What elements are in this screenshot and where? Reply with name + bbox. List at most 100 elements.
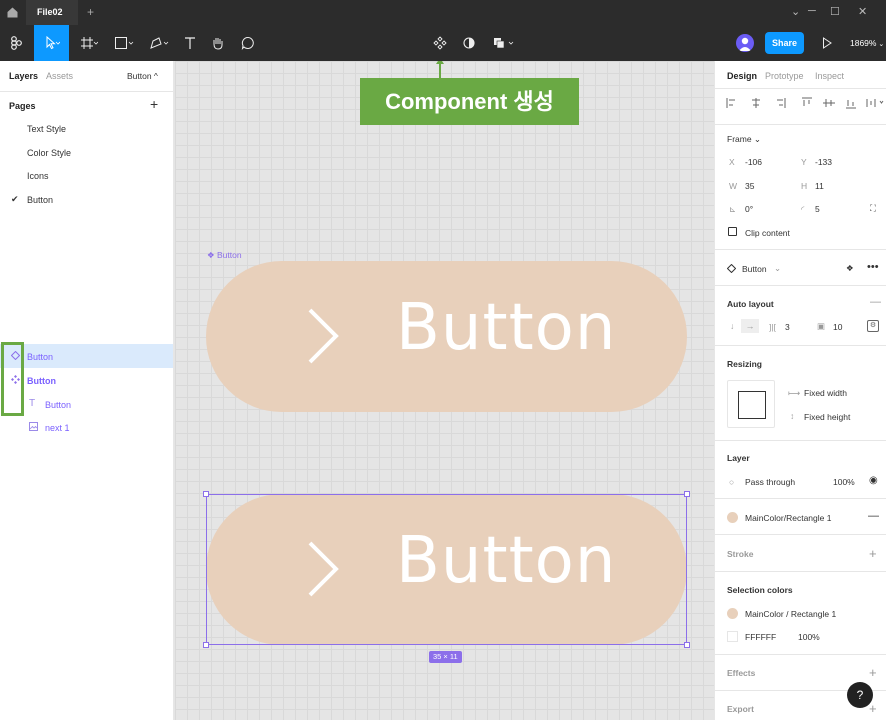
- fixed-height-dropdown[interactable]: Fixed height: [804, 412, 850, 422]
- present-button[interactable]: [818, 25, 836, 61]
- corner-radius-input[interactable]: 5: [815, 204, 820, 214]
- page-item-text-style[interactable]: Text Style: [27, 124, 66, 134]
- rotation-icon: ⊾: [729, 204, 737, 214]
- visibility-eye-icon[interactable]: ◉: [869, 475, 878, 486]
- text-icon: [185, 37, 195, 49]
- pages-header: Pages: [9, 101, 36, 111]
- divider: [715, 440, 886, 441]
- text-tool-button[interactable]: [180, 25, 200, 61]
- h-label: H: [801, 181, 808, 191]
- home-icon[interactable]: [6, 6, 19, 19]
- component-name[interactable]: Button: [742, 264, 767, 274]
- window-maximize-button[interactable]: ☐: [830, 5, 840, 18]
- resize-handle-tl[interactable]: [203, 491, 209, 497]
- move-tool-button[interactable]: [34, 25, 69, 61]
- h-input[interactable]: 11: [815, 181, 824, 191]
- fixed-width-dropdown[interactable]: Fixed width: [804, 388, 847, 398]
- selection-color-1-name[interactable]: MainColor / Rectangle 1: [745, 609, 836, 619]
- fill-swatch[interactable]: [727, 512, 738, 523]
- window-close-button[interactable]: ✕: [858, 5, 867, 18]
- figma-menu-icon: [11, 36, 22, 50]
- zoom-value: 1869%: [850, 38, 877, 48]
- resize-handle-bl[interactable]: [203, 642, 209, 648]
- selection-color-2-opacity[interactable]: 100%: [798, 632, 820, 642]
- tab-assets[interactable]: Assets: [46, 71, 73, 81]
- resize-handle-tr[interactable]: [684, 491, 690, 497]
- selection-color-2-hex[interactable]: FFFFFF: [745, 632, 776, 642]
- layer-row-component[interactable]: [0, 344, 173, 368]
- vertical-direction-icon[interactable]: ↓: [730, 321, 734, 331]
- tab-inspect[interactable]: Inspect: [815, 71, 844, 81]
- remove-auto-layout-button[interactable]: —: [870, 296, 881, 308]
- page-item-button[interactable]: Button: [27, 195, 53, 205]
- divider: [715, 249, 886, 250]
- chevron-down-icon: ⌄: [876, 41, 885, 48]
- page-selector[interactable]: Button ^: [127, 71, 158, 81]
- stroke-header: Stroke: [727, 549, 754, 559]
- user-avatar[interactable]: [736, 34, 754, 52]
- rectangle-icon: [115, 37, 134, 49]
- layer-row-image[interactable]: next 1: [45, 423, 70, 433]
- tab-design[interactable]: Design: [727, 71, 757, 81]
- window-dropdown-button[interactable]: ⌄: [791, 5, 800, 18]
- divider: [715, 345, 886, 346]
- w-input[interactable]: 35: [745, 181, 754, 191]
- avatar-icon: [739, 37, 751, 51]
- page-item-icons[interactable]: Icons: [27, 171, 49, 181]
- add-tab-button[interactable]: +: [87, 5, 94, 19]
- selection-color-swatch-2[interactable]: [727, 631, 738, 642]
- canvas[interactable]: Component 생성 ❖ Button Button Button 35 ×…: [175, 61, 714, 720]
- fill-style-name[interactable]: MainColor/Rectangle 1: [745, 513, 831, 523]
- more-options-icon[interactable]: •••: [867, 261, 879, 273]
- add-effect-button[interactable]: +: [869, 665, 877, 680]
- y-input[interactable]: -133: [815, 157, 832, 167]
- pen-tool-button[interactable]: [144, 25, 174, 61]
- clip-content-checkbox[interactable]: [728, 227, 737, 236]
- boolean-ops-button[interactable]: [490, 25, 518, 61]
- mask-button[interactable]: [459, 25, 479, 61]
- comment-tool-button[interactable]: [238, 25, 258, 61]
- layer-row-text[interactable]: Button: [45, 400, 71, 410]
- help-button[interactable]: ?: [847, 682, 873, 708]
- alignment-settings-button[interactable]: ⚙: [867, 320, 879, 332]
- zoom-dropdown[interactable]: 1869% ⌄: [850, 38, 884, 48]
- hand-tool-button[interactable]: [208, 25, 228, 61]
- padding-input[interactable]: 10: [833, 322, 842, 332]
- cursor-icon: [46, 36, 60, 50]
- layer-row-instance[interactable]: Button: [27, 376, 56, 386]
- frame-tool-button[interactable]: [75, 25, 103, 61]
- shape-tool-button[interactable]: [109, 25, 139, 61]
- file-tab[interactable]: File02: [26, 0, 78, 25]
- mask-icon: [463, 37, 475, 49]
- share-button[interactable]: Share: [765, 32, 804, 54]
- window-minimize-button[interactable]: ─: [808, 5, 816, 17]
- component-small-icon: ❖: [207, 250, 215, 260]
- go-to-main-component-icon[interactable]: ❖: [846, 263, 854, 274]
- layer-opacity-input[interactable]: 100%: [833, 477, 855, 487]
- add-page-button[interactable]: +: [150, 96, 158, 112]
- frame-header[interactable]: Frame ⌄: [727, 134, 761, 145]
- horizontal-direction-button[interactable]: →: [741, 319, 759, 333]
- align-icons: [726, 97, 884, 109]
- resize-handle-br[interactable]: [684, 642, 690, 648]
- divider: [0, 91, 173, 92]
- button-component[interactable]: Button: [206, 261, 687, 412]
- spacing-input[interactable]: 3: [785, 322, 790, 332]
- add-stroke-button[interactable]: +: [869, 546, 877, 561]
- selection-color-swatch-1[interactable]: [727, 608, 738, 619]
- rotation-input[interactable]: 0°: [745, 204, 753, 214]
- right-panel: Design Prototype Inspect Frame ⌄ X -106 …: [714, 61, 886, 720]
- remove-fill-button[interactable]: —: [868, 510, 879, 522]
- x-input[interactable]: -106: [745, 157, 762, 167]
- effects-header: Effects: [727, 668, 756, 678]
- add-export-button[interactable]: +: [869, 701, 877, 716]
- independent-corners-icon[interactable]: ⛶: [870, 203, 876, 214]
- chevron-down-icon[interactable]: ⌄: [774, 263, 781, 274]
- main-menu-button[interactable]: [4, 25, 30, 61]
- create-component-button[interactable]: [430, 25, 450, 61]
- blend-mode-dropdown[interactable]: Pass through: [745, 477, 795, 487]
- page-item-color-style[interactable]: Color Style: [27, 148, 71, 158]
- tab-layers[interactable]: Layers: [9, 71, 38, 81]
- tab-prototype[interactable]: Prototype: [765, 71, 804, 81]
- frame-label[interactable]: ❖ Button: [207, 250, 242, 261]
